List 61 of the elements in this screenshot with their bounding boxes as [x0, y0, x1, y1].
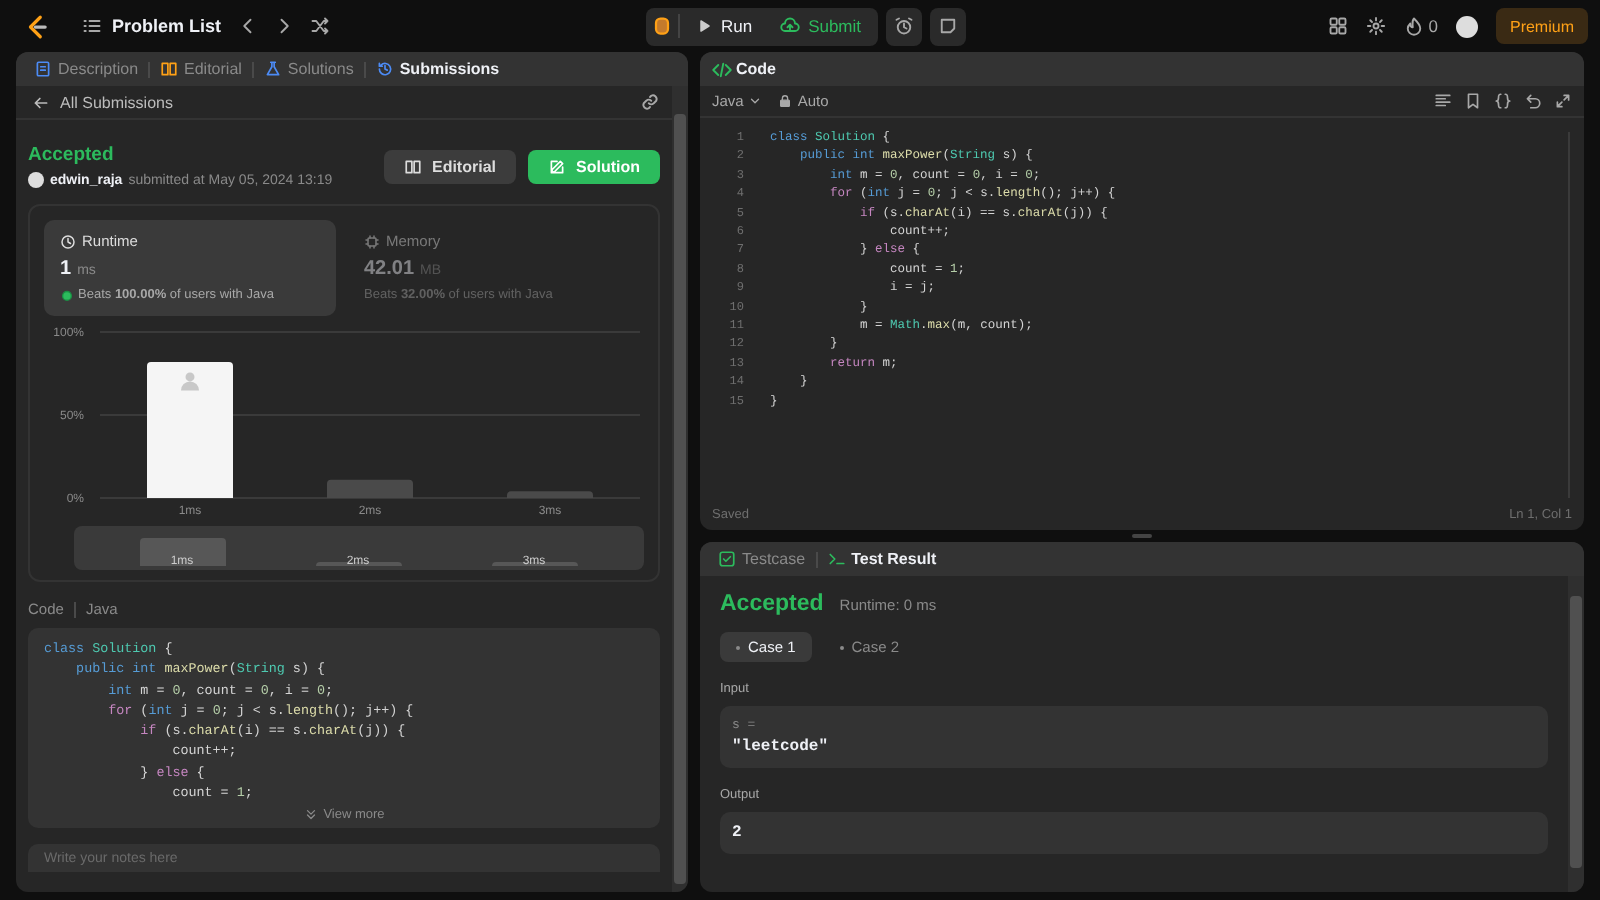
stat-value: 42.01: [364, 258, 415, 280]
input-value: "leetcode": [732, 738, 831, 756]
status-label: Accepted: [28, 144, 116, 166]
submit-button[interactable]: Submit: [768, 9, 874, 43]
alarm-clock-icon[interactable]: [893, 16, 914, 36]
shuffle-icon[interactable]: [309, 16, 330, 36]
output-value: 2: [732, 824, 744, 842]
book-icon: [403, 157, 422, 175]
editorial-button[interactable]: Editorial: [383, 149, 516, 183]
streak-count: 0: [1428, 16, 1438, 36]
panel-tab[interactable]: Testcase: [712, 544, 812, 574]
overview-bar: [139, 538, 225, 566]
bar: [327, 479, 413, 498]
undo-icon[interactable]: [1524, 92, 1542, 110]
bookmark-icon[interactable]: [1464, 92, 1482, 110]
edit-icon: [548, 157, 566, 175]
problem-list-link[interactable]: Problem List: [112, 16, 222, 36]
history-icon: [375, 60, 394, 78]
premium-button[interactable]: Premium: [1495, 8, 1588, 44]
scrollbar[interactable]: [1568, 576, 1584, 892]
logo-icon[interactable]: [24, 13, 50, 39]
grid-icon[interactable]: [1328, 16, 1349, 36]
panel-tab[interactable]: Solutions: [257, 54, 360, 84]
chip-icon: [364, 233, 380, 249]
double-chevron-icon[interactable]: [303, 808, 318, 823]
resize-handle[interactable]: [1132, 534, 1152, 538]
book-icon: [160, 60, 179, 78]
panel-tab[interactable]: Test Result: [821, 544, 943, 574]
run-button[interactable]: Run: [684, 9, 765, 43]
play-icon: [696, 18, 713, 34]
panel-tab[interactable]: Editorial: [154, 54, 248, 84]
scrollbar[interactable]: [672, 86, 688, 892]
user-icon: [181, 372, 199, 391]
link-icon[interactable]: [640, 92, 660, 112]
expand-icon[interactable]: [1554, 92, 1572, 110]
cloud-upload-icon: [780, 16, 801, 36]
back-link[interactable]: All Submissions: [60, 93, 173, 111]
panel-tab[interactable]: Description: [28, 54, 145, 84]
lock-icon: [777, 94, 792, 108]
code-icon: [712, 59, 732, 79]
stat-value: 1: [60, 258, 72, 280]
settings-icon[interactable]: [1366, 16, 1387, 36]
format-icon[interactable]: [1434, 92, 1452, 110]
user-avatar: [28, 172, 44, 188]
flame-icon[interactable]: [1404, 16, 1425, 36]
note-icon[interactable]: [937, 16, 958, 36]
chevron-down-icon: [747, 94, 762, 108]
avatar[interactable]: [1455, 15, 1478, 37]
terminal-icon: [827, 550, 846, 568]
document-icon: [34, 60, 52, 78]
panel-title: Code: [736, 60, 776, 78]
result-status: Accepted: [720, 592, 824, 616]
checkbox-icon: [718, 550, 736, 568]
panel-tab[interactable]: Submissions: [369, 54, 506, 84]
clock-icon: [60, 233, 76, 249]
list-icon[interactable]: [82, 16, 102, 36]
flask-icon: [263, 60, 282, 78]
braces-icon[interactable]: [1494, 92, 1512, 110]
bar: [147, 361, 233, 498]
back-arrow-icon[interactable]: [32, 93, 50, 111]
bar: [507, 491, 593, 498]
